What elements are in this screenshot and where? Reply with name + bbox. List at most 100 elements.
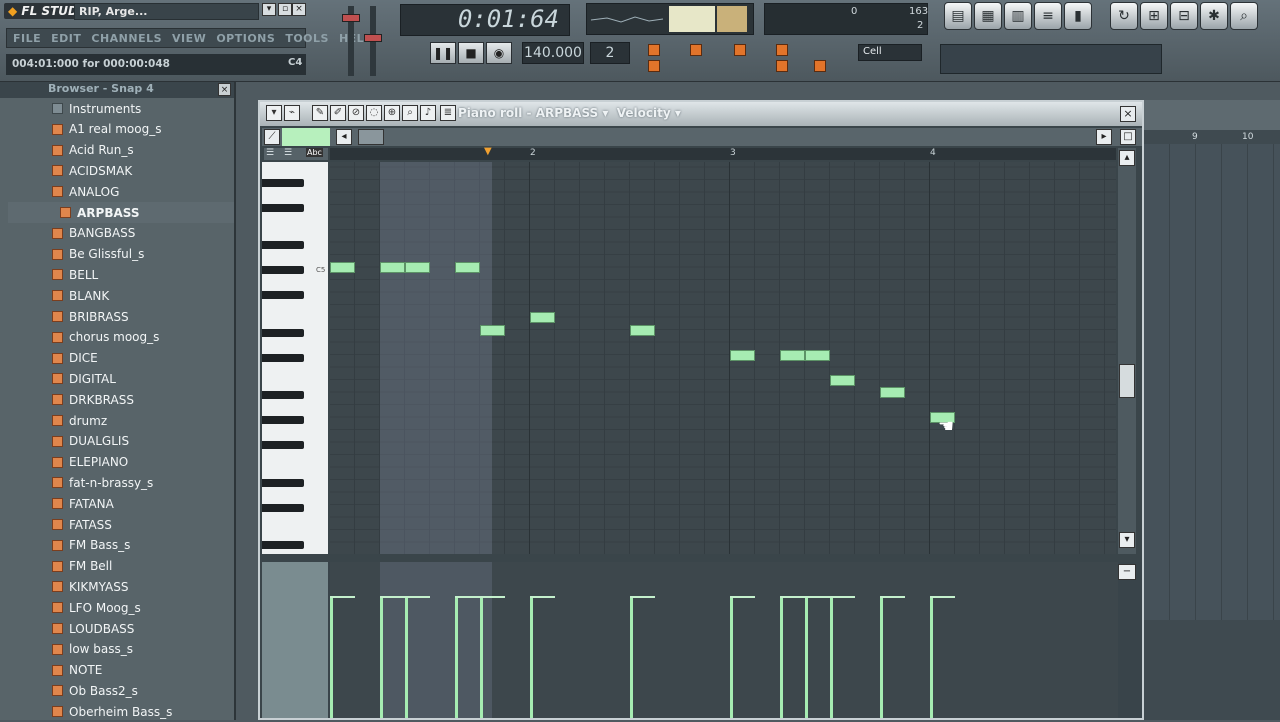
black-key[interactable] (262, 541, 304, 549)
event-view-selector[interactable]: Velocity (617, 106, 671, 120)
browser-view-icon[interactable]: ≡ (1034, 2, 1062, 30)
scroll-down-icon[interactable]: ▾ (1119, 532, 1135, 548)
close-icon[interactable]: × (292, 3, 306, 16)
horizontal-scrollbar[interactable]: ⟋ ◂ ▸ □ (262, 128, 1142, 146)
black-key[interactable] (262, 178, 304, 187)
note[interactable] (630, 324, 655, 336)
vertical-scrollbar[interactable]: ▴ ▾ (1118, 148, 1136, 554)
browser-item[interactable]: Be Glissful_s (8, 244, 234, 265)
velocity-bar[interactable] (630, 596, 633, 718)
piano-keys[interactable] (262, 162, 328, 554)
restore-icon[interactable]: ▫ (278, 3, 292, 16)
black-key[interactable] (262, 291, 304, 299)
browser-item[interactable]: BRIBRASS (8, 306, 234, 327)
browser-item[interactable]: ACIDSMAK (8, 160, 234, 181)
velocity-bar[interactable] (830, 596, 833, 718)
chord-icon[interactable]: ≣ (440, 105, 456, 121)
slice-tool-icon[interactable]: ⊕ (384, 105, 400, 121)
browser-item[interactable]: ANALOG (8, 181, 234, 202)
black-key[interactable] (262, 266, 304, 274)
menu-options[interactable]: OPTIONS (216, 32, 275, 45)
browser-item[interactable]: Acid Run_s (8, 140, 234, 161)
velocity-bar[interactable] (730, 596, 733, 718)
browser-item[interactable]: LOUDBASS (8, 618, 234, 639)
pencil-icon[interactable]: ⟋ (264, 129, 280, 145)
selection-region[interactable] (380, 162, 492, 554)
scroll-left-icon[interactable]: ◂ (336, 129, 352, 145)
plugin-picker-icon[interactable]: ↻ (1110, 2, 1138, 30)
browser-item[interactable]: BELL (8, 264, 234, 285)
black-key[interactable] (262, 203, 304, 212)
browser-item[interactable]: fat-n-brassy_s (8, 472, 234, 493)
song-time-display[interactable]: 0:01:64 (400, 4, 570, 36)
preset-field[interactable] (940, 44, 1162, 74)
browser-item[interactable]: low bass_s (8, 639, 234, 660)
typing-keyboard-button[interactable] (690, 44, 702, 56)
velocity-bar[interactable] (880, 596, 883, 718)
browser-item[interactable]: Ob Bass2_s (8, 680, 234, 701)
record-button[interactable]: ◉ (486, 42, 512, 64)
step-sequencer-icon[interactable]: ▦ (974, 2, 1002, 30)
browser-item[interactable]: Oberheim Bass_s (8, 701, 234, 722)
browser-item[interactable]: BANGBASS (8, 223, 234, 244)
blend-recording-button[interactable] (776, 44, 788, 56)
note[interactable] (880, 387, 905, 398)
zoom-tool-icon[interactable]: ⌕ (402, 105, 418, 121)
playback-tool-icon[interactable]: ♪ (420, 105, 436, 121)
velocity-lane[interactable] (330, 562, 1118, 718)
pattern-display[interactable]: 2 (590, 42, 630, 64)
browser-item[interactable]: LFO Moog_s (8, 597, 234, 618)
black-key[interactable] (262, 441, 304, 449)
dropdown-arrow-icon[interactable]: ▾ (262, 3, 276, 16)
menu-tools[interactable]: TOOLS (285, 32, 329, 45)
collapse-icon[interactable]: − (1118, 564, 1136, 580)
timeline-ruler[interactable]: ▼ 2 3 4 (330, 146, 1116, 160)
velocity-bar[interactable] (330, 596, 333, 718)
browser-item[interactable]: A1 real moog_s (8, 119, 234, 140)
black-key[interactable] (262, 503, 304, 512)
list-icon[interactable]: ☰ (266, 148, 274, 158)
playlist-titlebar[interactable] (1144, 100, 1280, 130)
black-key[interactable] (262, 391, 304, 399)
note[interactable] (455, 262, 480, 273)
menu-view[interactable]: VIEW (172, 32, 206, 45)
mute-tool-icon[interactable]: ◌ (366, 105, 382, 121)
note[interactable] (780, 349, 805, 361)
abc-icon[interactable]: Abc (306, 148, 323, 157)
velocity-bar[interactable] (455, 596, 458, 718)
velocity-bar[interactable] (780, 596, 783, 718)
velocity-bar[interactable] (805, 596, 808, 718)
v-scroll-thumb[interactable] (1119, 364, 1135, 398)
draw-tool-icon[interactable]: ✎ (312, 105, 328, 121)
browser-item[interactable]: drumz (8, 410, 234, 431)
delete-tool-icon[interactable]: ⊘ (348, 105, 364, 121)
save-icon[interactable]: ⊞ (1140, 2, 1168, 30)
menu-file[interactable]: FILE (13, 32, 41, 45)
black-key[interactable] (262, 353, 304, 362)
black-key[interactable] (262, 416, 304, 424)
tempo-display[interactable]: 140.000 (522, 42, 584, 64)
velocity-bar[interactable] (380, 596, 383, 718)
scroll-right-icon[interactable]: ▸ (1096, 129, 1112, 145)
piano-roll-icon[interactable]: ▥ (1004, 2, 1032, 30)
snap-selector[interactable]: Cell (858, 44, 922, 61)
note[interactable] (830, 374, 855, 386)
browser-item[interactable]: ELEPIANO (8, 452, 234, 473)
scroll-thumb[interactable] (358, 129, 384, 145)
pitch-knob[interactable] (364, 34, 382, 42)
note[interactable] (805, 349, 830, 361)
mixer-view-icon[interactable]: ▮ (1064, 2, 1092, 30)
piano-roll-titlebar[interactable]: ▾ ⌁ ✎ ✐ ⊘ ◌ ⊕ ⌕ ♪ ≣ Piano roll - ARPBASS… (260, 102, 1142, 126)
browser-item[interactable]: NOTE (8, 660, 234, 681)
paint-tool-icon[interactable]: ✐ (330, 105, 346, 121)
browser-close-icon[interactable]: × (218, 83, 231, 96)
maximize-icon[interactable]: □ (1120, 129, 1136, 145)
note[interactable] (330, 262, 355, 273)
note-grid[interactable]: ☚ (330, 162, 1116, 554)
menu-arrow-icon[interactable]: ▾ (266, 105, 282, 121)
pattern-mode-button[interactable] (648, 44, 660, 56)
magnet-icon[interactable]: ⌁ (284, 105, 300, 121)
velocity-bar[interactable] (405, 596, 408, 718)
playlist-view-icon[interactable]: ▤ (944, 2, 972, 30)
browser-item[interactable]: BLANK (8, 285, 234, 306)
